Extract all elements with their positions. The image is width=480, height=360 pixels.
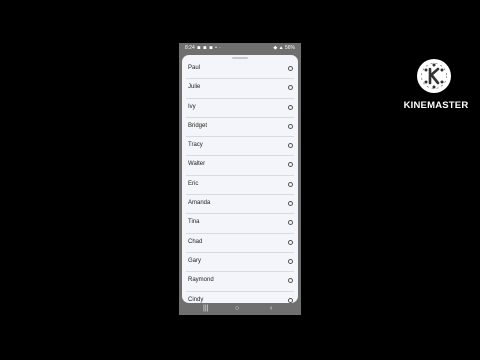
home-icon[interactable]: ○	[235, 305, 239, 313]
radio-button[interactable]	[288, 181, 293, 187]
list-item[interactable]: Chad	[186, 234, 294, 253]
radio-button[interactable]	[288, 258, 293, 264]
list-item[interactable]: Ivy	[186, 99, 294, 118]
contact-name: Amanda	[188, 200, 211, 207]
list-item[interactable]: Tina	[186, 214, 294, 234]
contact-name: Paul	[188, 65, 201, 71]
list-item[interactable]: Eric	[186, 176, 294, 196]
contact-name: Bridget	[188, 122, 208, 129]
radio-button[interactable]	[288, 85, 293, 91]
kinemaster-logo-icon	[417, 59, 451, 93]
contact-name: Gary	[188, 257, 202, 264]
radio-button[interactable]	[288, 162, 293, 168]
radio-button[interactable]	[288, 239, 293, 245]
notification-icons: ◾ ◾ ◾ • ·	[197, 45, 222, 51]
contact-name: Tina	[188, 219, 200, 226]
radio-button[interactable]	[288, 201, 293, 207]
radio-button[interactable]	[288, 297, 293, 303]
list-item[interactable]: Raymond	[186, 272, 294, 292]
recent-apps-icon[interactable]: |||	[203, 305, 208, 313]
phone-screen: 8:24 ◾ ◾ ◾ • · ◆ ▲ 56% Paul Julie Ivy Br…	[179, 43, 301, 315]
kinemaster-watermark: KINEMASTER	[400, 58, 472, 118]
contact-name: Tracy	[188, 142, 203, 149]
list-item[interactable]: Amanda	[186, 195, 294, 215]
contact-name: Raymond	[188, 277, 214, 284]
radio-button[interactable]	[288, 143, 293, 149]
list-item[interactable]: Paul	[186, 60, 294, 80]
contact-list: Paul Julie Ivy Bridget Tracy Walter Eric…	[182, 60, 298, 303]
back-icon[interactable]: ‹	[270, 305, 272, 313]
radio-button[interactable]	[288, 123, 293, 129]
radio-button[interactable]	[288, 220, 293, 226]
system-status-icons: ◆ ▲ 56%	[273, 45, 295, 51]
list-item[interactable]: Gary	[186, 253, 294, 273]
contact-name: Julie	[188, 84, 201, 91]
list-item[interactable]: Walter	[186, 156, 294, 176]
contact-name: Walter	[188, 161, 206, 168]
radio-button[interactable]	[288, 278, 293, 284]
list-item[interactable]: Tracy	[186, 137, 294, 157]
contact-name: Eric	[188, 180, 199, 187]
contact-name: Ivy	[188, 103, 196, 110]
status-bar: 8:24 ◾ ◾ ◾ • · ◆ ▲ 56%	[179, 43, 301, 53]
navigation-bar: ||| ○ ‹	[179, 303, 301, 315]
contact-picker-sheet: Paul Julie Ivy Bridget Tracy Walter Eric…	[182, 55, 298, 303]
kinemaster-brand-text: KINEMASTER	[403, 100, 469, 111]
list-item[interactable]: Bridget	[186, 118, 294, 138]
status-time: 8:24	[185, 45, 195, 51]
list-item[interactable]: Julie	[186, 79, 294, 99]
sheet-drag-handle[interactable]	[232, 57, 248, 59]
contact-name: Chad	[188, 238, 203, 245]
radio-button[interactable]	[288, 66, 293, 71]
list-item[interactable]: Cindy	[186, 292, 294, 303]
radio-button[interactable]	[288, 104, 293, 110]
contact-name: Cindy	[188, 296, 204, 303]
